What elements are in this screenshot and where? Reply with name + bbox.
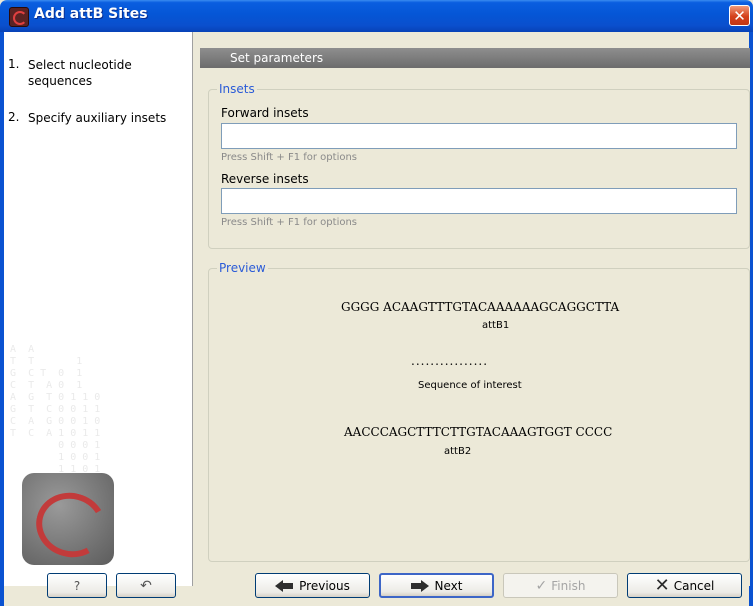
attb2-label: attB2 xyxy=(444,446,472,457)
attb1-label: attB1 xyxy=(482,320,510,331)
forward-insets-input[interactable] xyxy=(221,123,737,149)
attb1-sequence: GGGG ACAAGTTTGTACAAAAAAGCAGGCTTA xyxy=(341,300,620,314)
help-button[interactable]: ? xyxy=(47,573,107,598)
step-number: 2. xyxy=(8,110,20,124)
previous-button-label: Previous xyxy=(299,578,350,593)
close-button[interactable]: ✕ xyxy=(729,5,750,26)
forward-insets-label: Forward insets xyxy=(221,106,309,120)
reverse-insets-hint: Press Shift + F1 for options xyxy=(221,217,358,228)
x-icon: ✕ xyxy=(654,574,670,596)
insets-group: Insets Forward insets Press Shift + F1 f… xyxy=(208,82,750,249)
attb2-sequence: AACCCAGCTTTCTTGTACAAAGTGGT CCCC xyxy=(344,425,613,439)
question-icon: ? xyxy=(73,578,81,593)
main-panel: Set parameters Insets Forward insets Pre… xyxy=(200,48,750,586)
steps-panel: 1. Select nucleotide sequences 2. Specif… xyxy=(4,32,193,586)
step-label: Specify auxiliary insets xyxy=(28,111,167,125)
cancel-button[interactable]: ✕ Cancel xyxy=(627,573,742,598)
finish-button[interactable]: ✓ Finish xyxy=(503,573,618,598)
title-bar[interactable]: Add attB Sites ✕ xyxy=(0,0,753,32)
arrow-left-icon xyxy=(275,579,294,592)
preview-group: Preview GGGG ACAAGTTTGTACAAAAAAGCAGGCTTA… xyxy=(208,261,750,562)
app-logo-icon xyxy=(9,7,29,27)
reset-button[interactable]: ↶ xyxy=(116,573,176,598)
insets-group-title: Insets xyxy=(217,82,257,96)
panel-header: Set parameters xyxy=(200,48,750,68)
reverse-insets-label: Reverse insets xyxy=(221,172,309,186)
next-button[interactable]: Next xyxy=(379,573,494,598)
step-number: 1. xyxy=(8,57,20,71)
checkmark-icon: ✓ xyxy=(535,577,548,594)
sequence-dots: ................ xyxy=(411,354,489,368)
cancel-button-label: Cancel xyxy=(673,578,715,593)
step-label: Select nucleotide sequences xyxy=(28,58,132,88)
next-button-label: Next xyxy=(434,578,463,593)
finish-button-label: Finish xyxy=(551,578,586,593)
previous-button[interactable]: Previous xyxy=(255,573,370,598)
window-title: Add attB Sites xyxy=(34,6,148,22)
undo-icon: ↶ xyxy=(140,577,152,594)
preview-group-title: Preview xyxy=(217,261,268,275)
arrow-right-icon xyxy=(410,579,429,592)
clc-logo-icon xyxy=(22,473,114,565)
reverse-insets-input[interactable] xyxy=(221,188,737,214)
sequence-of-interest-label: Sequence of interest xyxy=(418,380,522,391)
forward-insets-hint: Press Shift + F1 for options xyxy=(221,152,358,163)
